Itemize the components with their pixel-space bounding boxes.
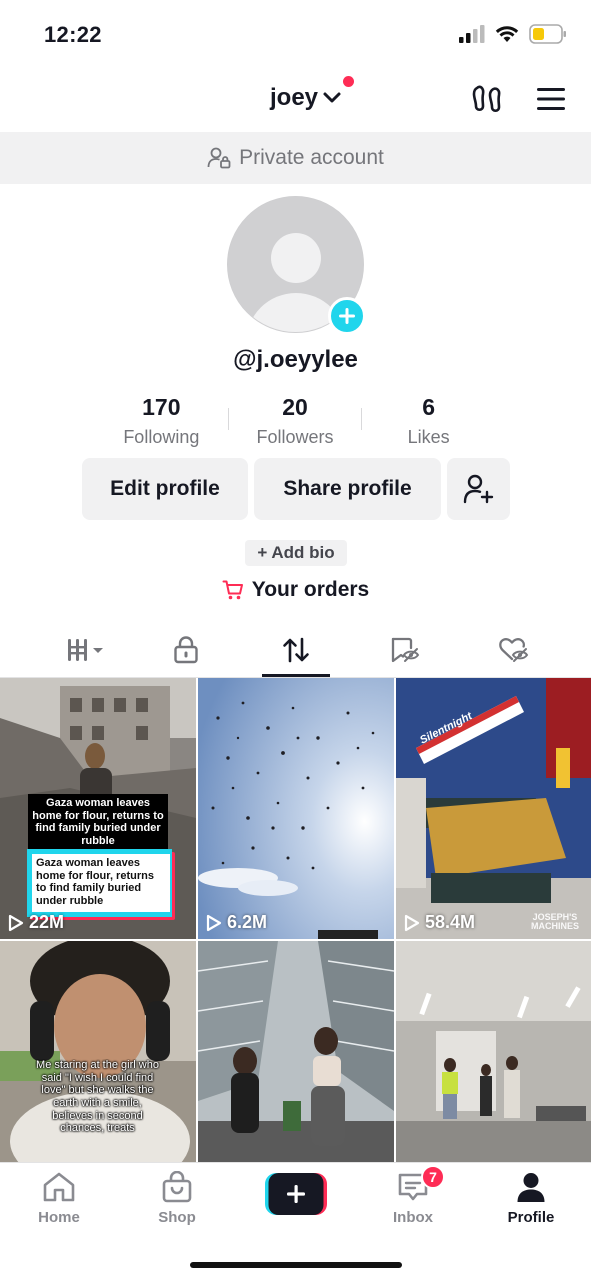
private-account-banner[interactable]: Private account [0,132,591,184]
menu-icon[interactable] [536,86,566,112]
view-count: 6.2M [206,912,267,933]
tab-reposts[interactable] [266,622,326,678]
nav-profile-label: Profile [507,1209,555,1226]
stat-value: 170 [142,394,181,420]
home-indicator [190,1262,402,1268]
footprints-icon[interactable] [471,84,505,114]
stat-value: 20 [282,394,308,420]
battery-icon [529,24,566,44]
video-5-image [198,941,394,1162]
tab-private[interactable] [160,622,212,678]
your-orders-label: Your orders [251,578,370,601]
video-thumbnail-3[interactable]: Silentnight JOSEPH'S MACHINES 58.4M [396,678,591,939]
private-account-label: Private account [239,146,384,169]
add-person-icon [463,474,493,504]
inbox-unread-badge: 7 [421,1165,445,1189]
view-count-value: 6.2M [227,912,268,932]
top-nav: joey [0,66,591,132]
profile-icon [517,1173,545,1202]
add-friends-button[interactable] [447,458,510,520]
create-post-button[interactable] [265,1173,327,1215]
view-count-value: 22M [29,912,65,932]
stat-value: 6 [422,394,436,420]
video-2-image [198,678,394,939]
stat-label: Followers [256,427,334,447]
active-tab-indicator [262,674,330,677]
status-bar: 12:22 [0,0,591,66]
notification-dot [343,76,354,87]
status-icons [459,24,567,44]
username: joey [270,84,319,111]
person-lock-icon [207,147,231,169]
wifi-icon [495,26,519,42]
video-6-image [396,941,591,1162]
stat-following[interactable]: 170 Following [95,394,228,454]
view-count: 22M [8,912,64,933]
nav-shop-label: Shop [158,1209,196,1226]
video-caption: Me staring at the girl who said "I wish … [36,1059,159,1135]
repost-icon [283,637,309,663]
video-thumbnail-1[interactable]: Gaza woman leaves home for flour, return… [0,678,196,939]
tab-favorites[interactable] [380,622,430,678]
share-profile-button[interactable]: Share profile [254,458,441,520]
stat-label: Following [123,427,200,447]
nav-profile[interactable]: Profile [486,1171,576,1226]
play-icon [404,914,420,931]
stat-label: Likes [407,427,450,447]
nav-home[interactable]: Home [14,1171,104,1226]
stat-followers[interactable]: 20 Followers [229,394,362,454]
avatar-placeholder-head [271,233,321,283]
status-time: 12:22 [44,22,102,47]
video-thumbnail-6[interactable] [396,941,591,1162]
video-grid: Gaza woman leaves home for flour, return… [0,678,591,1162]
home-icon [43,1172,75,1202]
nav-home-label: Home [38,1209,80,1226]
favorites-hidden-icon [391,637,420,663]
video-thumbnail-5[interactable] [198,941,394,1162]
shopping-bag-icon [162,1171,192,1203]
tab-liked[interactable] [488,622,540,678]
nav-shop[interactable]: Shop [132,1171,222,1226]
shopping-cart-icon [222,580,243,600]
tab-videos[interactable] [45,622,115,678]
profile-handle: @j.oeyylee [233,346,358,373]
video-3-image [396,678,591,939]
stat-likes[interactable]: 6 Likes [362,394,495,454]
view-count: 58.4M [404,912,475,933]
nav-inbox-label: Inbox [393,1209,433,1226]
lock-icon [174,636,198,664]
video-caption-top: Gaza woman leaves home for flour, return… [28,794,168,851]
account-switcher-button[interactable]: joey [270,84,342,112]
channel-watermark: JOSEPH'S MACHINES [530,912,579,931]
play-icon [206,914,222,931]
video-thumbnail-4[interactable]: Me staring at the girl who said "I wish … [0,941,196,1162]
add-avatar-button[interactable] [328,297,366,335]
video-thumbnail-2[interactable]: 6.2M [198,678,394,939]
cellular-signal-icon [459,25,485,43]
play-icon [8,914,24,931]
profile-tabs [0,622,591,678]
your-orders-link[interactable]: Your orders [0,578,591,602]
plus-icon [339,308,355,324]
liked-hidden-icon [499,638,529,662]
edit-profile-button[interactable]: Edit profile [82,458,248,520]
video-caption-card: Gaza woman leaves home for flour, return… [32,854,170,912]
profile-stats: 170 Following 20 Followers 6 Likes [95,394,495,454]
videos-grid-icon [68,639,103,661]
view-count-value: 58.4M [425,912,476,932]
add-bio-button[interactable]: + Add bio [245,540,347,566]
chevron-down-icon [323,92,341,103]
